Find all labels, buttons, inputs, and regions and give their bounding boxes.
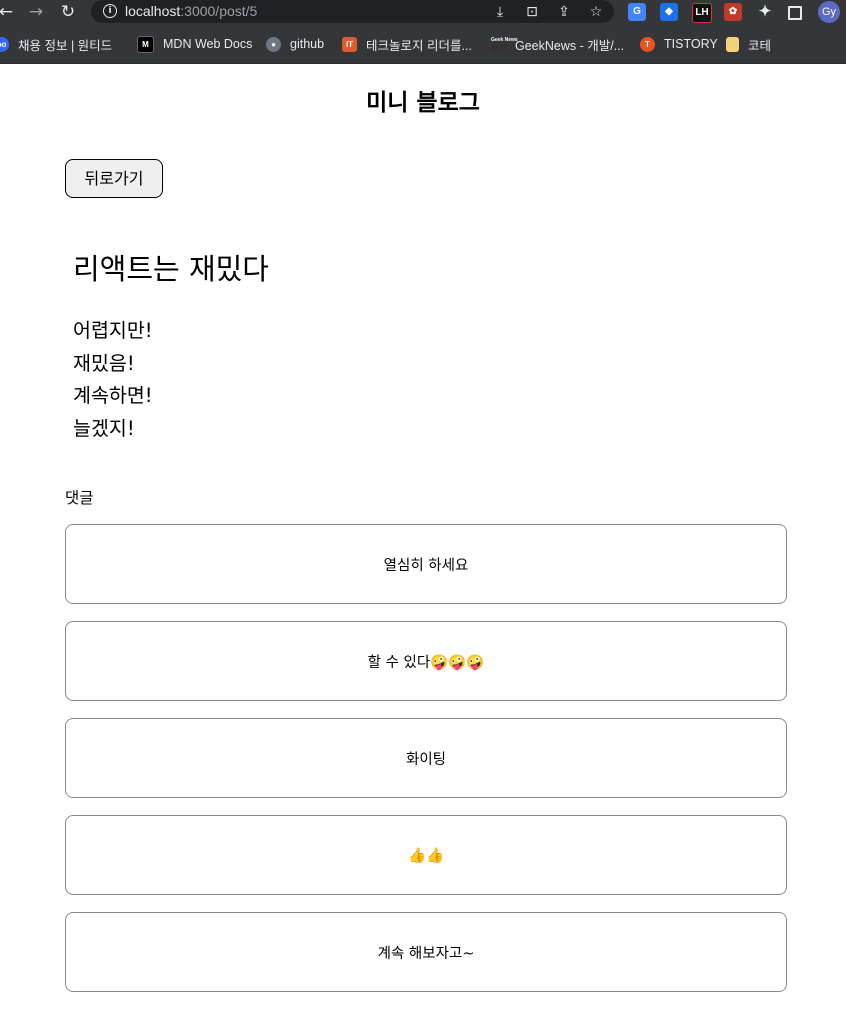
tistory-icon: T bbox=[640, 36, 655, 52]
browser-toolbar: ← → ↻ i localhost:3000/post/5 ⤓ ⊡ ⇪ ☆ G … bbox=[0, 0, 846, 24]
extension-red-icon[interactable]: ✿ bbox=[724, 3, 742, 21]
bookmark-label: 테크놀로지 리더를... bbox=[366, 38, 472, 53]
install-app-icon[interactable]: ⤓ bbox=[491, 3, 509, 21]
comment-list: 열심히 하세요 할 수 있다🤪🤪🤪 화이팅 👍👍 계속 해보자고~ bbox=[65, 524, 787, 1009]
post-title: 리액트는 재밌다 bbox=[73, 252, 269, 286]
comment-text: 👍👍 bbox=[407, 847, 445, 864]
post-content: 어렵지만! 재밌음! 계속하면! 늘겠지! bbox=[73, 315, 153, 445]
profile-avatar[interactable]: Gy bbox=[818, 1, 840, 23]
address-bar[interactable]: i localhost:3000/post/5 ⤓ ⊡ ⇪ ☆ bbox=[91, 0, 614, 23]
bookmark-label: GeekNews - 개발/... bbox=[515, 38, 625, 53]
folder-icon bbox=[726, 36, 739, 52]
bookmark-tistory[interactable]: T TISTORY bbox=[640, 35, 718, 53]
bookmark-folder-cote[interactable]: 코테 bbox=[726, 35, 771, 53]
comment-text: 계속 해보자고~ bbox=[377, 945, 475, 962]
back-button[interactable]: 뒤로가기 bbox=[65, 159, 163, 198]
comment-item[interactable]: 계속 해보자고~ bbox=[65, 912, 787, 992]
forward-arrow-icon[interactable]: → bbox=[26, 2, 46, 22]
bookmark-star-icon[interactable]: ☆ bbox=[587, 3, 605, 21]
site-info-icon[interactable]: i bbox=[103, 4, 117, 18]
github-icon: ● bbox=[266, 36, 281, 52]
post-content-line: 늘겠지! bbox=[73, 416, 135, 440]
bookmark-mdn[interactable]: M MDN Web Docs bbox=[137, 35, 252, 53]
url-text[interactable]: localhost:3000/post/5 bbox=[125, 3, 257, 19]
bookmark-label: 코테 bbox=[748, 38, 772, 53]
comment-item[interactable]: 열심히 하세요 bbox=[65, 524, 787, 604]
bookmark-github[interactable]: ● github bbox=[266, 35, 324, 53]
bookmark-label: github bbox=[290, 37, 325, 51]
comment-item[interactable]: 할 수 있다🤪🤪🤪 bbox=[65, 621, 787, 701]
comment-item[interactable]: 화이팅 bbox=[65, 718, 787, 798]
bookmark-itworld[interactable]: IT 테크놀로지 리더를... bbox=[342, 35, 472, 53]
extension-blue-icon[interactable]: ◆ bbox=[660, 3, 678, 21]
site-title[interactable]: 미니 블로그 bbox=[0, 88, 846, 118]
google-translate-extension-icon[interactable]: G bbox=[628, 3, 646, 21]
comment-text: 할 수 있다🤪🤪🤪 bbox=[367, 654, 485, 671]
comment-item[interactable]: 👍👍 bbox=[65, 815, 787, 895]
bookmarks-bar: oo 채용 정보 | 원티드 M MDN Web Docs ● github I… bbox=[0, 24, 846, 64]
bookmark-geeknews[interactable]: Geek News GeekNews - 개발/... bbox=[491, 35, 624, 53]
bookmark-wanted[interactable]: oo 채용 정보 | 원티드 bbox=[0, 35, 112, 53]
comment-text: 화이팅 bbox=[405, 751, 447, 768]
extensions-puzzle-icon[interactable]: ✦ bbox=[756, 3, 774, 21]
share-icon[interactable]: ⇪ bbox=[555, 3, 573, 21]
side-panel-icon[interactable] bbox=[788, 6, 802, 20]
itworld-icon: IT bbox=[342, 36, 357, 52]
comment-text: 열심히 하세요 bbox=[383, 557, 469, 574]
mdn-icon: M bbox=[137, 35, 154, 53]
comments-label: 댓글 bbox=[65, 489, 94, 507]
back-arrow-icon[interactable]: ← bbox=[0, 2, 16, 22]
bookmark-label: 채용 정보 | 원티드 bbox=[18, 38, 113, 53]
wanted-icon: oo bbox=[0, 36, 9, 52]
post-content-line: 어렵지만! bbox=[73, 319, 153, 342]
geeknews-icon: Geek News bbox=[491, 36, 518, 52]
bookmark-label: TISTORY bbox=[664, 37, 718, 51]
post-content-line: 계속하면! bbox=[73, 384, 153, 407]
bookmark-label: MDN Web Docs bbox=[163, 37, 253, 51]
lighthouse-extension-icon[interactable]: LH bbox=[692, 3, 712, 23]
translate-icon[interactable]: ⊡ bbox=[523, 3, 541, 21]
reload-icon[interactable]: ↻ bbox=[58, 2, 78, 22]
post-content-line: 재밌음! bbox=[73, 351, 135, 375]
